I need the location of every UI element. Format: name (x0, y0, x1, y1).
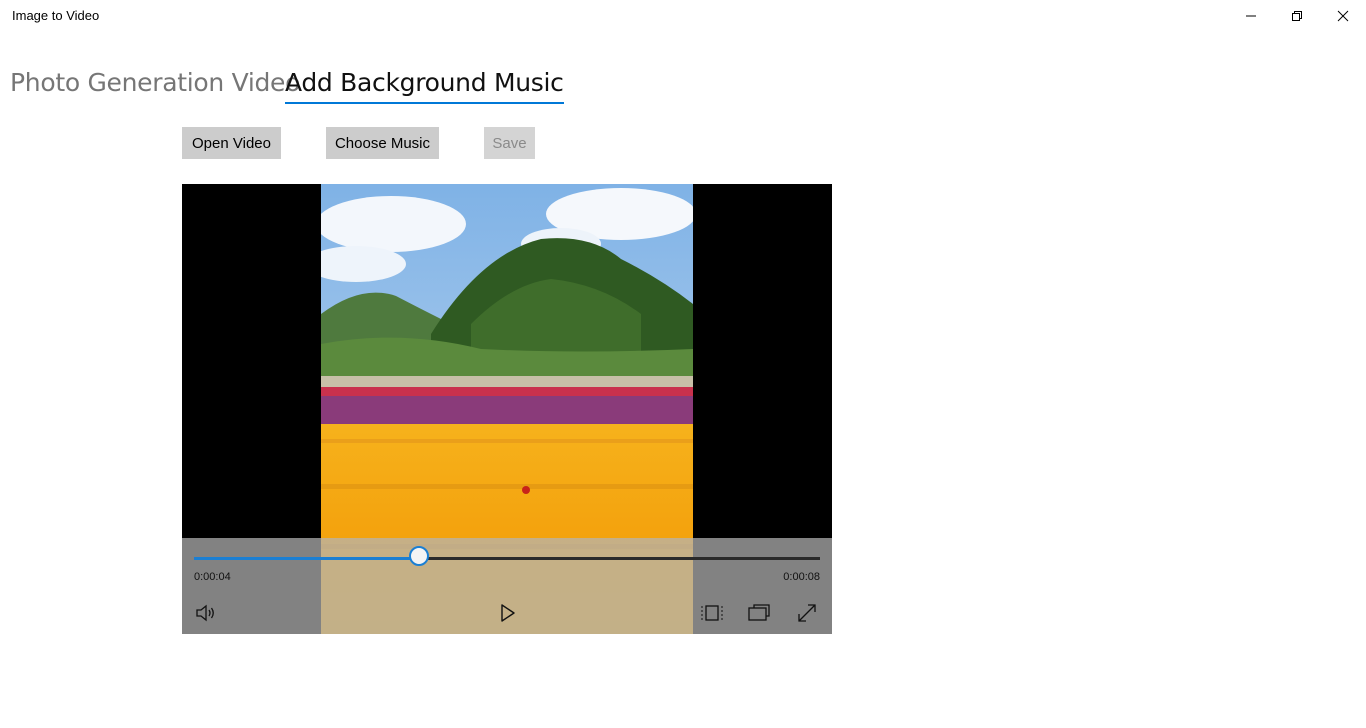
title-bar: Image to Video (0, 0, 1366, 32)
aspect-ratio-icon (701, 605, 723, 621)
close-icon (1337, 10, 1349, 22)
fullscreen-icon (798, 604, 816, 622)
seek-bar-thumb[interactable] (409, 546, 430, 566)
open-video-button[interactable]: Open Video (182, 127, 281, 159)
video-player[interactable]: 0:00:04 0:00:08 (182, 184, 832, 634)
restore-button[interactable] (1274, 0, 1320, 32)
close-button[interactable] (1320, 0, 1366, 32)
seek-bar[interactable] (194, 546, 820, 566)
cast-to-device-icon (748, 604, 770, 621)
restore-icon (1292, 11, 1302, 21)
fullscreen-button[interactable] (794, 600, 820, 626)
volume-button[interactable] (193, 600, 219, 626)
tab-add-background-music[interactable]: Add Background Music (285, 68, 564, 104)
save-button[interactable]: Save (484, 127, 535, 159)
seek-bar-progress (194, 557, 420, 560)
choose-music-button[interactable]: Choose Music (326, 127, 439, 159)
volume-icon (196, 604, 214, 622)
minimize-button[interactable] (1228, 0, 1274, 32)
tab-photo-generation-video[interactable]: Photo Generation Video (10, 68, 300, 102)
minimize-icon (1246, 15, 1256, 17)
play-button[interactable] (494, 600, 520, 626)
aspect-ratio-button[interactable] (699, 600, 725, 626)
transport-controls: 0:00:04 0:00:08 (182, 538, 832, 634)
app-title: Image to Video (12, 8, 100, 23)
play-icon (501, 604, 515, 622)
cast-button[interactable] (746, 600, 772, 626)
current-time: 0:00:04 (194, 571, 231, 583)
total-time: 0:00:08 (783, 571, 820, 583)
